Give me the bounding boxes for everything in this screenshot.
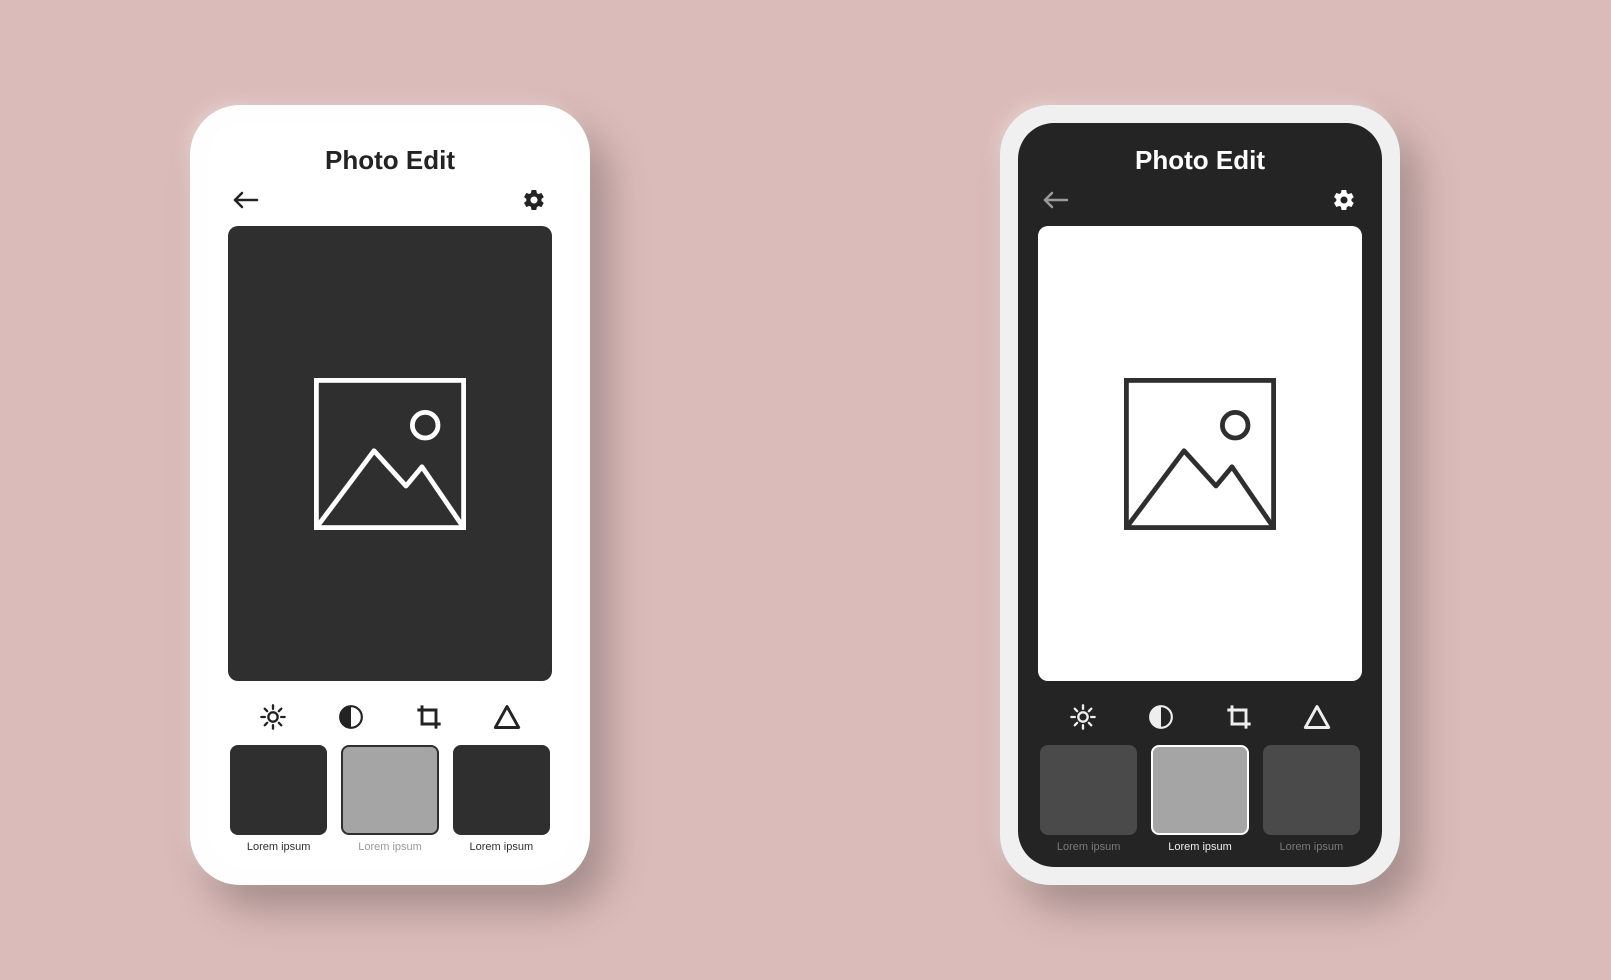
preset-swatch <box>230 745 327 835</box>
contrast-icon <box>338 704 364 730</box>
tool-row <box>228 695 552 745</box>
crop-tool[interactable] <box>1223 701 1255 733</box>
preset-row: Lorem ipsum Lorem ipsum Lorem ipsum <box>1038 745 1362 853</box>
sharpen-tool[interactable] <box>491 701 523 733</box>
back-button[interactable] <box>232 186 260 214</box>
app-screen-dark: Photo Edit <box>1018 123 1382 867</box>
preset-swatch-selected <box>1151 745 1248 835</box>
preset-label: Lorem ipsum <box>1280 841 1344 853</box>
crop-icon <box>415 703 443 731</box>
app-title: Photo Edit <box>1038 145 1362 176</box>
brightness-tool[interactable] <box>1067 701 1099 733</box>
preset-2[interactable]: Lorem ipsum <box>341 745 438 853</box>
triangle-icon <box>493 703 521 731</box>
preset-1[interactable]: Lorem ipsum <box>230 745 327 853</box>
image-canvas[interactable] <box>228 226 552 681</box>
gear-icon <box>1332 188 1356 212</box>
triangle-icon <box>1303 703 1331 731</box>
contrast-tool[interactable] <box>1145 701 1177 733</box>
preset-2[interactable]: Lorem ipsum <box>1151 745 1248 853</box>
top-bar <box>1038 186 1362 214</box>
back-button[interactable] <box>1042 186 1070 214</box>
preset-3[interactable]: Lorem ipsum <box>1263 745 1360 853</box>
preset-label: Lorem ipsum <box>247 841 311 853</box>
brightness-tool[interactable] <box>257 701 289 733</box>
preset-1[interactable]: Lorem ipsum <box>1040 745 1137 853</box>
top-bar <box>228 186 552 214</box>
brightness-icon <box>1069 703 1097 731</box>
image-placeholder-icon <box>1120 374 1280 534</box>
contrast-icon <box>1148 704 1174 730</box>
gear-icon <box>522 188 546 212</box>
image-canvas[interactable] <box>1038 226 1362 681</box>
app-title: Photo Edit <box>228 145 552 176</box>
preset-swatch <box>1263 745 1360 835</box>
arrow-left-icon <box>233 190 259 210</box>
preset-row: Lorem ipsum Lorem ipsum Lorem ipsum <box>228 745 552 853</box>
settings-button[interactable] <box>520 186 548 214</box>
crop-tool[interactable] <box>413 701 445 733</box>
contrast-tool[interactable] <box>335 701 367 733</box>
preset-label: Lorem ipsum <box>1168 841 1232 853</box>
preset-3[interactable]: Lorem ipsum <box>453 745 550 853</box>
preset-label: Lorem ipsum <box>358 841 422 853</box>
settings-button[interactable] <box>1330 186 1358 214</box>
preset-label: Lorem ipsum <box>470 841 534 853</box>
phone-mockup-dark: Photo Edit <box>1000 105 1400 885</box>
phone-mockup-light: Photo Edit <box>190 105 590 885</box>
preset-swatch <box>1040 745 1137 835</box>
sharpen-tool[interactable] <box>1301 701 1333 733</box>
crop-icon <box>1225 703 1253 731</box>
preset-swatch <box>453 745 550 835</box>
app-screen-light: Photo Edit <box>208 123 572 867</box>
brightness-icon <box>259 703 287 731</box>
tool-row <box>1038 695 1362 745</box>
preset-label: Lorem ipsum <box>1057 841 1121 853</box>
preset-swatch-selected <box>341 745 438 835</box>
image-placeholder-icon <box>310 374 470 534</box>
arrow-left-icon <box>1043 190 1069 210</box>
